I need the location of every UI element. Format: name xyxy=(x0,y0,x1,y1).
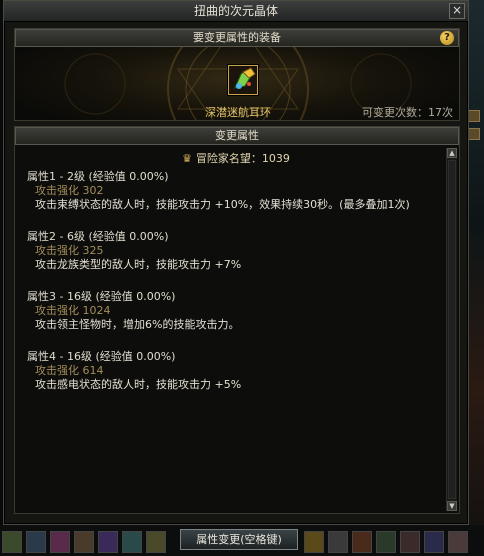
attributes-header-label: 变更属性 xyxy=(215,129,259,142)
attribute-description: 攻击龙族类型的敌人时，技能攻击力 +7% xyxy=(35,258,242,271)
help-icon[interactable]: ? xyxy=(440,31,454,45)
scroll-thumb[interactable] xyxy=(448,160,456,499)
skill-slot[interactable] xyxy=(50,531,70,553)
attribute-stat: 攻击强化 614 xyxy=(35,364,104,377)
attributes-panel: 变更属性 ♛ 冒险家名望：1039 属性1 - 2级 (经验值 0.00%) 攻击… xyxy=(14,126,460,514)
scrollbar[interactable]: ▲ ▼ xyxy=(446,148,457,511)
close-button[interactable]: × xyxy=(449,3,465,19)
skill-slot[interactable] xyxy=(2,531,22,553)
attribute-title: 属性2 - 6级 (经验值 0.00%) xyxy=(27,230,169,243)
window-title: 扭曲的次元晶体 xyxy=(193,4,278,18)
attribute-description: 攻击束缚状态的敌人时，技能攻击力 +10%，效果持续30秒。(最多叠加1次) xyxy=(35,198,410,211)
skill-slot[interactable] xyxy=(74,531,94,553)
skill-slot[interactable] xyxy=(376,531,396,553)
crystal-window: 扭曲的次元晶体 × 要变更属性的装备 ? 深潜迷航耳环 可变更次数：17次 变更… xyxy=(3,0,469,525)
change-attribute-button[interactable]: 属性变更(空格键) xyxy=(180,529,298,550)
chevron-down-icon: ▼ xyxy=(449,502,455,510)
attribute-stat: 攻击强化 325 xyxy=(35,244,104,257)
question-mark-icon: ? xyxy=(444,32,450,43)
attributes-header: 变更属性 xyxy=(15,127,459,145)
skill-slot[interactable] xyxy=(400,531,420,553)
skill-slot[interactable] xyxy=(26,531,46,553)
equipment-header-label: 要变更属性的装备 xyxy=(193,31,281,44)
skill-slot[interactable] xyxy=(122,531,142,553)
scroll-down-button[interactable]: ▼ xyxy=(447,501,457,511)
skill-slot[interactable] xyxy=(98,531,118,553)
skill-slot[interactable] xyxy=(328,531,348,553)
skill-slot[interactable] xyxy=(146,531,166,553)
scroll-up-button[interactable]: ▲ xyxy=(447,148,457,158)
renown-line: ♛ 冒险家名望：1039 xyxy=(27,152,445,168)
attribute-item: 属性1 - 2级 (经验值 0.00%) 攻击强化 302 攻击束缚状态的敌人时… xyxy=(27,170,445,212)
renown-value: 冒险家名望：1039 xyxy=(195,152,290,165)
window-titlebar[interactable]: 扭曲的次元晶体 × xyxy=(4,1,468,22)
renown-icon: ♛ xyxy=(182,152,192,165)
attribute-description: 攻击感电状态的敌人时，技能攻击力 +5% xyxy=(35,378,242,391)
remaining-changes: 可变更次数：17次 xyxy=(362,106,453,119)
attributes-list: ♛ 冒险家名望：1039 属性1 - 2级 (经验值 0.00%) 攻击强化 30… xyxy=(15,147,445,513)
attribute-item: 属性3 - 16级 (经验值 0.00%) 攻击强化 1024 攻击领主怪物时，… xyxy=(27,290,445,332)
skill-slot[interactable] xyxy=(424,531,444,553)
attribute-item: 属性4 - 16级 (经验值 0.00%) 攻击强化 614 攻击感电状态的敌人… xyxy=(27,350,445,392)
attribute-description: 攻击领主怪物时，增加6%的技能攻击力。 xyxy=(35,318,240,331)
skill-slot[interactable] xyxy=(304,531,324,553)
attribute-title: 属性4 - 16级 (经验值 0.00%) xyxy=(27,350,176,363)
attribute-title: 属性3 - 16级 (经验值 0.00%) xyxy=(27,290,176,303)
close-icon: × xyxy=(451,3,463,17)
attribute-item: 属性2 - 6级 (经验值 0.00%) 攻击强化 325 攻击龙族类型的敌人时… xyxy=(27,230,445,272)
attribute-stat: 攻击强化 302 xyxy=(35,184,104,197)
attribute-title: 属性1 - 2级 (经验值 0.00%) xyxy=(27,170,169,183)
skill-slot[interactable] xyxy=(448,531,468,553)
equipment-slot[interactable] xyxy=(228,65,258,95)
earring-item-icon xyxy=(229,66,257,94)
chevron-up-icon: ▲ xyxy=(449,149,455,157)
skill-slot[interactable] xyxy=(352,531,372,553)
equipment-panel: 要变更属性的装备 ? 深潜迷航耳环 可变更次数：17次 xyxy=(14,28,460,121)
equipment-header: 要变更属性的装备 ? xyxy=(15,29,459,47)
attribute-stat: 攻击强化 1024 xyxy=(35,304,111,317)
